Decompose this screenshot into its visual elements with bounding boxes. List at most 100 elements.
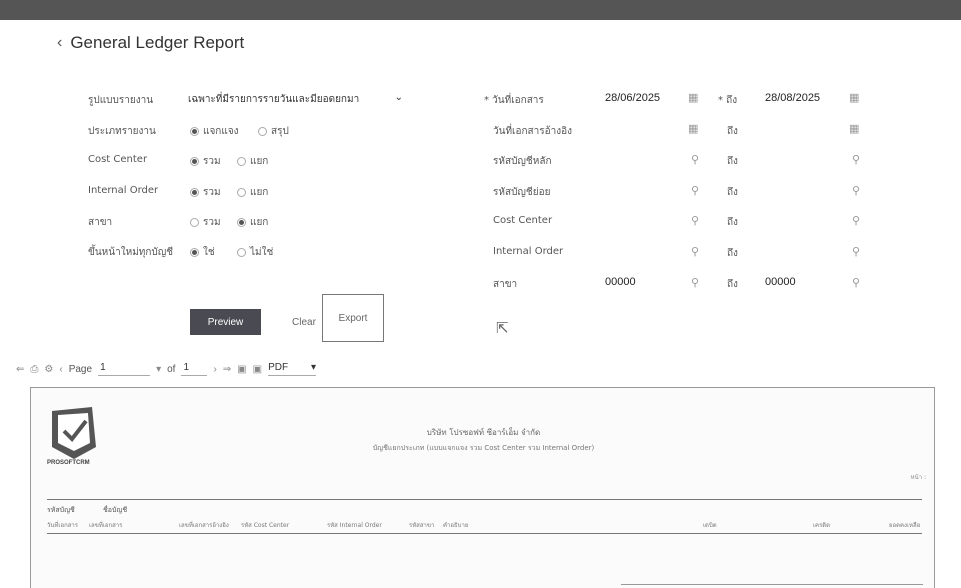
cost-center-range-label: Cost Center [493, 215, 553, 226]
report-preview: PROSOFTCRM บริษัท โปรซอฟท์ ซีอาร์เอ็ม จำ… [30, 387, 935, 588]
calendar-icon[interactable]: ▦ [688, 91, 698, 104]
option-label: ใช่ [203, 247, 215, 258]
preview-button[interactable]: Preview [190, 309, 261, 335]
cost-center-label: Cost Center [88, 154, 148, 165]
radio-icon [190, 157, 199, 166]
branch-option-separate[interactable]: แยก [237, 215, 268, 230]
report-type-label: ประเภทรายงาน [88, 126, 156, 137]
branch-label: สาขา [88, 217, 113, 228]
clear-button[interactable]: Clear [284, 309, 324, 335]
option-label: รวม [203, 187, 221, 198]
search-icon[interactable]: ⚲ [852, 245, 860, 258]
internal-order-range-label: Internal Order [493, 246, 564, 257]
calendar-icon[interactable]: ▦ [849, 91, 859, 104]
cost-center-option-separate[interactable]: แยก [237, 154, 268, 169]
of-label: of [167, 363, 176, 375]
ref-doc-date-label: วันที่เอกสารอ้างอิง [493, 126, 573, 137]
report-subtitle: บัญชีแยกประเภท (แบบแจกแจง รวม Cost Cente… [372, 444, 595, 452]
report-type-option-summary[interactable]: สรุป [258, 124, 289, 139]
column-header-debit: เดบิต [703, 522, 717, 529]
search-icon[interactable]: ⚲ [852, 153, 860, 166]
column-header-account-name: ชื่อบัญชี [103, 506, 128, 514]
export-format-value: PDF [268, 362, 289, 373]
top-bar [0, 0, 961, 20]
new-page-option-no[interactable]: ไม่ใช่ [237, 245, 273, 260]
calendar-icon[interactable]: ▦ [849, 122, 859, 135]
to-label: ถึง [727, 279, 738, 290]
chevron-down-icon: ▾ [311, 362, 317, 373]
search-icon[interactable]: ⚲ [852, 276, 860, 289]
doc-date-label: * วันที่เอกสาร [484, 95, 544, 106]
doc-date-to-field[interactable]: 28/08/2025 [765, 92, 820, 104]
column-header-description: คำอธิบาย [443, 522, 469, 529]
doc-date-from-field[interactable]: 28/06/2025 [605, 92, 660, 104]
search-icon[interactable]: ⚲ [852, 214, 860, 227]
search-icon[interactable]: ⚲ [852, 184, 860, 197]
divider [621, 584, 923, 585]
mouse-cursor-icon: ⇱ [496, 319, 509, 337]
column-header-internal-order: รหัส Internal Order [327, 522, 382, 529]
logo-text: PROSOFTCRM [47, 460, 90, 466]
option-label: แยก [250, 187, 269, 198]
chevron-left-icon[interactable]: ‹ [57, 34, 62, 52]
search-icon[interactable]: ⚲ [691, 214, 699, 227]
option-label: แจกแจง [203, 126, 239, 137]
next-page-icon[interactable]: › [213, 364, 216, 375]
radio-icon [190, 248, 199, 257]
page-number-input[interactable]: 1 [98, 362, 151, 376]
main-account-label: รหัสบัญชีหลัก [493, 156, 552, 167]
chevron-down-icon[interactable]: ▾ [156, 364, 161, 375]
previous-page-icon[interactable]: ‹ [59, 364, 62, 375]
branch-from-field[interactable]: 00000 [605, 276, 636, 288]
to-label: ถึง [727, 126, 738, 137]
radio-icon [190, 218, 199, 227]
column-header-ref-no: เลขที่เอกสารอ้างอิง [179, 522, 229, 529]
radio-icon [237, 218, 246, 227]
new-page-option-yes[interactable]: ใช่ [190, 245, 215, 260]
column-header-account-code: รหัสบัญชี [47, 506, 75, 514]
search-icon[interactable]: ⚲ [691, 245, 699, 258]
export-button[interactable]: Export [322, 294, 384, 342]
branch-option-all[interactable]: รวม [190, 215, 221, 230]
report-format-select[interactable]: เฉพาะที่มีรายการรายวันและมียอดยกมา ⌄ [188, 92, 403, 106]
save-icon[interactable]: ▣ [237, 364, 246, 375]
page-title: General Ledger Report [70, 33, 245, 52]
search-icon[interactable]: ⚲ [691, 153, 699, 166]
total-pages-value: 1 [181, 362, 208, 376]
radio-icon [237, 157, 246, 166]
to-label: ถึง [727, 217, 738, 228]
search-icon[interactable]: ⚲ [691, 184, 699, 197]
first-page-icon[interactable]: ⇐ [16, 364, 24, 375]
company-name: บริษัท โปรซอฟท์ ซีอาร์เอ็ม จำกัด [426, 428, 541, 437]
report-type-option-detail[interactable]: แจกแจง [190, 124, 239, 139]
page-number-text: หน้า : [910, 474, 926, 481]
doc-date-to-label: * ถึง [718, 95, 738, 106]
chevron-down-icon: ⌄ [394, 92, 403, 103]
branch-range-label: สาขา [493, 279, 518, 290]
sub-account-label: รหัสบัญชีย่อย [493, 187, 551, 198]
option-label: รวม [203, 217, 221, 228]
export-format-select[interactable]: PDF ▾ [268, 362, 317, 376]
search-icon[interactable]: ⚲ [691, 276, 699, 289]
page-header: ‹ General Ledger Report [57, 33, 244, 53]
radio-icon [237, 188, 246, 197]
option-label: สรุป [271, 126, 289, 137]
report-format-value: เฉพาะที่มีรายการรายวันและมียอดยกมา [188, 94, 360, 105]
column-header-date: วันที่เอกสาร [47, 522, 78, 529]
radio-icon [237, 248, 246, 257]
calendar-icon[interactable]: ▦ [688, 122, 698, 135]
radio-icon [258, 127, 267, 136]
report-format-label: รูปแบบรายงาน [88, 95, 154, 106]
print-icon[interactable]: ⎙ [30, 364, 38, 375]
branch-to-field[interactable]: 00000 [765, 276, 796, 288]
internal-order-option-all[interactable]: รวม [190, 185, 221, 200]
cost-center-option-all[interactable]: รวม [190, 154, 221, 169]
option-label: แยก [250, 156, 269, 167]
to-label: ถึง [727, 248, 738, 259]
export-icon[interactable]: ▣ [253, 364, 262, 375]
last-page-icon[interactable]: ⇒ [223, 364, 231, 375]
internal-order-label: Internal Order [88, 185, 159, 196]
print-settings-icon[interactable]: ⚙ [44, 364, 53, 375]
new-page-label: ขึ้นหน้าใหม่ทุกบัญชี [88, 247, 174, 258]
internal-order-option-separate[interactable]: แยก [237, 185, 268, 200]
